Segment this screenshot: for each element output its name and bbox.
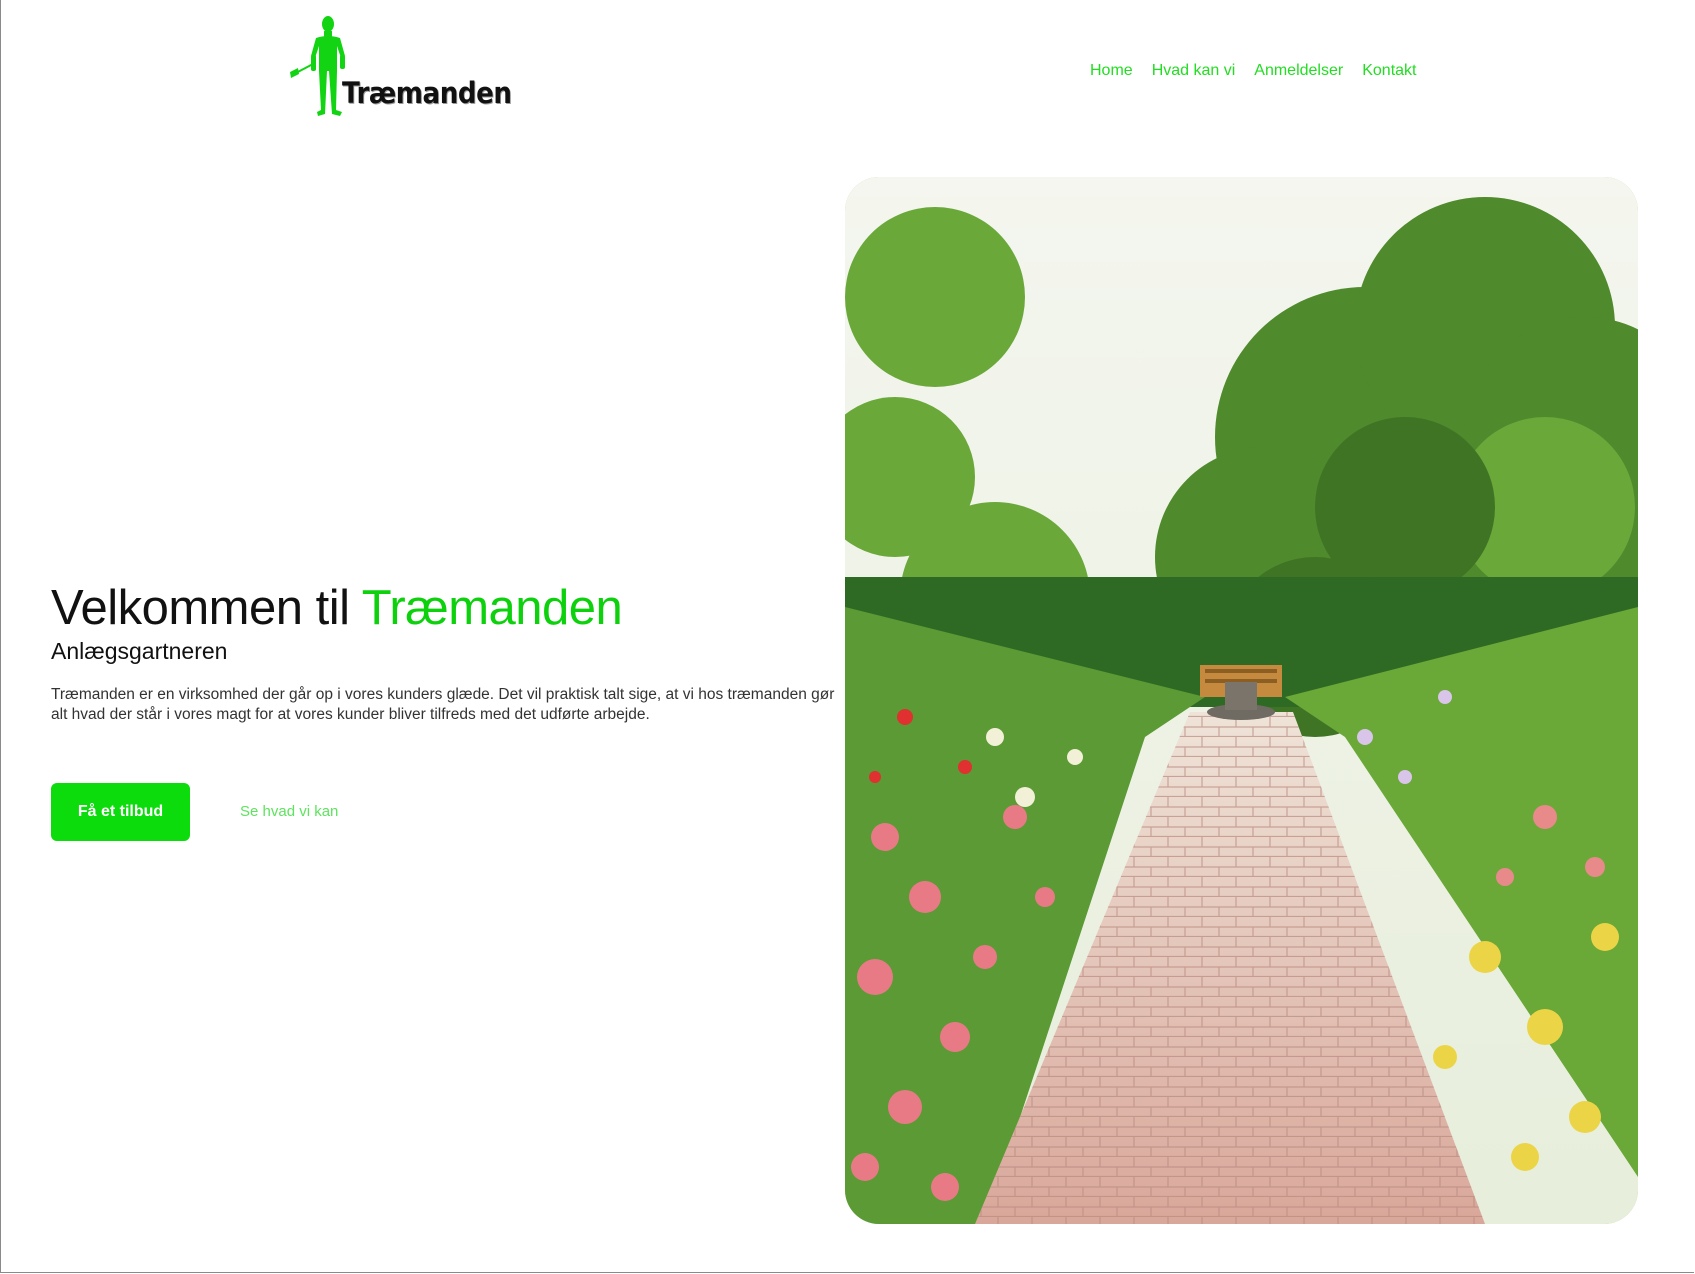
- logo-wordmark: Træmanden: [342, 76, 512, 110]
- nav-kontakt[interactable]: Kontakt: [1362, 62, 1416, 80]
- nav-hvad-kan-vi[interactable]: Hvad kan vi: [1152, 62, 1236, 80]
- nav-home[interactable]: Home: [1090, 62, 1133, 80]
- hero-title: Velkommen til Træmanden: [51, 580, 623, 636]
- main-nav: Home Hvad kan vi Anmeldelser Kontakt: [1090, 62, 1416, 80]
- hero-subtitle: Anlægsgartneren: [51, 638, 228, 664]
- garden-path-photo: [845, 177, 1638, 1224]
- see-services-link[interactable]: Se hvad vi kan: [240, 803, 338, 820]
- hero-title-accent: Træmanden: [361, 581, 623, 635]
- get-quote-button[interactable]: Få et tilbud: [51, 783, 190, 841]
- hero-description: Træmanden er en virksomhed der går op i …: [51, 686, 835, 723]
- nav-anmeldelser[interactable]: Anmeldelser: [1254, 62, 1343, 80]
- hero-title-prefix: Velkommen til: [51, 581, 362, 635]
- site-logo[interactable]: Træmanden: [290, 16, 512, 120]
